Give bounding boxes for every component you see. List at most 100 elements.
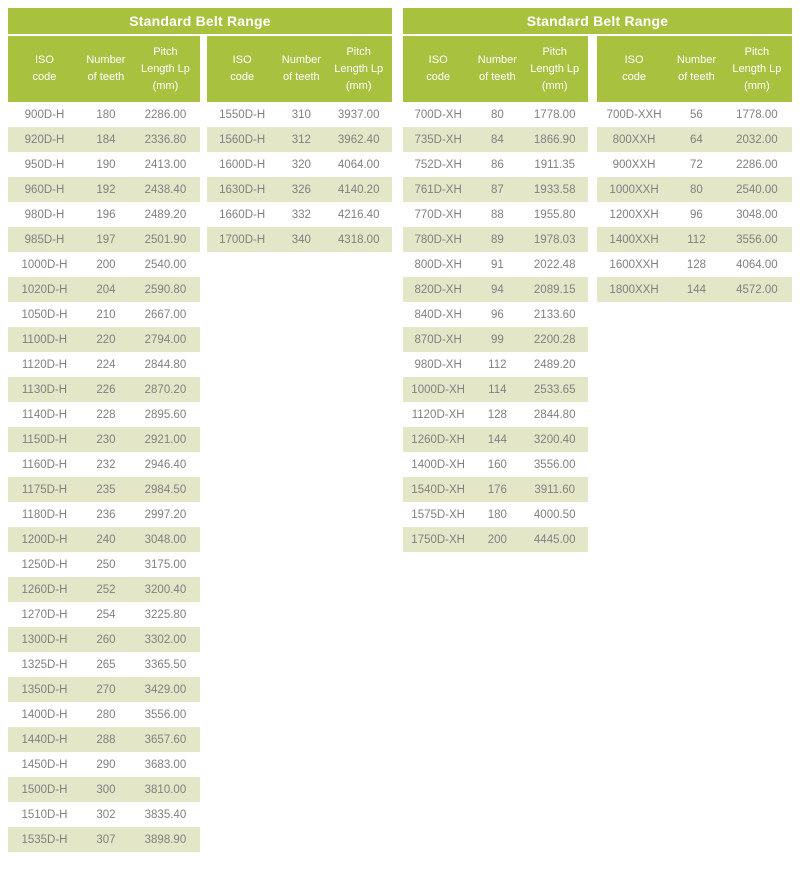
cell-number-of-teeth: 96: [473, 302, 522, 327]
cell-iso-code: 735D-XH: [403, 127, 474, 152]
cell-number-of-teeth: 290: [80, 752, 131, 777]
subtable-xh-belts: ISO code Number of teeth Pitch Length Lp (mm) 7…: [403, 36, 588, 552]
cell-pitch-length: 3302.00: [130, 627, 200, 652]
table-row: 770D-XH 88 1955.80: [403, 202, 588, 227]
cell-iso-code: 1800XXH: [597, 277, 672, 302]
table-row: 780D-XH 89 1978.03: [403, 227, 588, 252]
cell-number-of-teeth: 320: [277, 152, 326, 177]
table-row: 1140D-H 228 2895.60: [8, 402, 200, 427]
table-row: 1300D-H 260 3302.00: [8, 627, 200, 652]
cell-pitch-length: 3200.40: [130, 577, 200, 602]
cell-pitch-length: 3556.00: [521, 452, 588, 477]
cell-number-of-teeth: 86: [473, 152, 522, 177]
cell-iso-code: 1600D-H: [207, 152, 278, 177]
table-row: 1050D-H 210 2667.00: [8, 302, 200, 327]
cell-pitch-length: 3657.60: [130, 727, 200, 752]
cell-number-of-teeth: 260: [80, 627, 131, 652]
cell-iso-code: 1400XXH: [597, 227, 672, 252]
subtable-h-belts-part1: ISO code Number of teeth Pitch Length Lp (mm) 9…: [8, 36, 200, 852]
cell-iso-code: 985D-H: [8, 227, 81, 252]
cell-pitch-length: 2489.20: [521, 352, 588, 377]
table-row: 1100D-H 220 2794.00: [8, 327, 200, 352]
cell-iso-code: 1120D-XH: [403, 402, 474, 427]
cell-pitch-length: 1955.80: [521, 202, 588, 227]
cell-pitch-length: 2438.40: [130, 177, 200, 202]
cell-number-of-teeth: 288: [80, 727, 131, 752]
cell-pitch-length: 2794.00: [130, 327, 200, 352]
table-row: 1700D-H 340 4318.00: [207, 227, 392, 252]
cell-iso-code: 920D-H: [8, 127, 81, 152]
table-row: 1160D-H 232 2946.40: [8, 452, 200, 477]
cell-number-of-teeth: 72: [671, 152, 722, 177]
cell-iso-code: 1020D-H: [8, 277, 81, 302]
cell-pitch-length: 4064.00: [721, 252, 792, 277]
cell-iso-code: 1120D-H: [8, 352, 81, 377]
cell-pitch-length: 2022.48: [521, 252, 588, 277]
table-row: 1560D-H 312 3962.40: [207, 127, 392, 152]
belt-table-xh-belts: ISO code Number of teeth Pitch Length Lp (mm) 7…: [403, 36, 588, 552]
cell-number-of-teeth: 56: [671, 102, 722, 127]
cell-number-of-teeth: 184: [80, 127, 131, 152]
cell-pitch-length: 2844.80: [130, 352, 200, 377]
table-row: 1600D-H 320 4064.00: [207, 152, 392, 177]
cell-iso-code: 1000D-H: [8, 252, 81, 277]
cell-iso-code: 1630D-H: [207, 177, 278, 202]
cell-iso-code: 820D-XH: [403, 277, 474, 302]
cell-number-of-teeth: 112: [473, 352, 522, 377]
cell-iso-code: 1130D-H: [8, 377, 81, 402]
header-row: ISO code Number of teeth Pitch Length Lp (mm): [207, 36, 392, 102]
column-header-pitch-length: Pitch Length Lp (mm): [325, 36, 392, 102]
cell-iso-code: 950D-H: [8, 152, 81, 177]
cell-iso-code: 870D-XH: [403, 327, 474, 352]
cell-number-of-teeth: 99: [473, 327, 522, 352]
table-row: 840D-XH 96 2133.60: [403, 302, 588, 327]
column-header-number-of-teeth: Number of teeth: [671, 36, 722, 102]
cell-pitch-length: 2870.20: [130, 377, 200, 402]
cell-iso-code: 780D-XH: [403, 227, 474, 252]
table-header: ISO code Number of teeth Pitch Length Lp (mm): [8, 36, 200, 102]
cell-pitch-length: 2133.60: [521, 302, 588, 327]
cell-iso-code: 1260D-H: [8, 577, 81, 602]
cell-number-of-teeth: 280: [80, 702, 131, 727]
belt-range-tables-page: Standard Belt Range ISO code Number of teet…: [0, 0, 800, 874]
column-header-pitch-length: Pitch Length Lp (mm): [721, 36, 792, 102]
cell-iso-code: 752D-XH: [403, 152, 474, 177]
table-body: 700D-XXH 56 1778.00 800XXH 64 2032.00 900XXH 72…: [597, 102, 792, 302]
cell-number-of-teeth: 91: [473, 252, 522, 277]
cell-iso-code: 960D-H: [8, 177, 81, 202]
cell-iso-code: 1140D-H: [8, 402, 81, 427]
column-header-pitch-length: Pitch Length Lp (mm): [521, 36, 588, 102]
table-row: 752D-XH 86 1911.35: [403, 152, 588, 177]
cell-pitch-length: 2667.00: [130, 302, 200, 327]
cell-number-of-teeth: 200: [80, 252, 131, 277]
cell-pitch-length: 4064.00: [325, 152, 392, 177]
header-row: ISO code Number of teeth Pitch Length Lp (mm): [8, 36, 200, 102]
cell-number-of-teeth: 144: [473, 427, 522, 452]
cell-pitch-length: 2844.80: [521, 402, 588, 427]
table-row: 1270D-H 254 3225.80: [8, 602, 200, 627]
table-row: 1510D-H 302 3835.40: [8, 802, 200, 827]
cell-pitch-length: 3048.00: [721, 202, 792, 227]
cell-number-of-teeth: 84: [473, 127, 522, 152]
cell-number-of-teeth: 112: [671, 227, 722, 252]
table-row: 1120D-XH 128 2844.80: [403, 402, 588, 427]
cell-pitch-length: 3556.00: [721, 227, 792, 252]
cell-number-of-teeth: 88: [473, 202, 522, 227]
belt-table-h-belts-part1: ISO code Number of teeth Pitch Length Lp (mm) 9…: [8, 36, 200, 852]
cell-number-of-teeth: 160: [473, 452, 522, 477]
table-row: 1660D-H 332 4216.40: [207, 202, 392, 227]
cell-number-of-teeth: 332: [277, 202, 326, 227]
cell-iso-code: 761D-XH: [403, 177, 474, 202]
table-row: 800D-XH 91 2022.48: [403, 252, 588, 277]
header-row: ISO code Number of teeth Pitch Length Lp (mm): [403, 36, 588, 102]
table-row: 1325D-H 265 3365.50: [8, 652, 200, 677]
group-body-left: ISO code Number of teeth Pitch Length Lp (mm) 9…: [8, 36, 392, 852]
cell-number-of-teeth: 94: [473, 277, 522, 302]
cell-pitch-length: 3810.00: [130, 777, 200, 802]
cell-iso-code: 1750D-XH: [403, 527, 474, 552]
table-row: 1000XXH 80 2540.00: [597, 177, 792, 202]
cell-pitch-length: 3962.40: [325, 127, 392, 152]
table-row: 1200D-H 240 3048.00: [8, 527, 200, 552]
cell-iso-code: 1200D-H: [8, 527, 81, 552]
table-row: 700D-XH 80 1778.00: [403, 102, 588, 127]
